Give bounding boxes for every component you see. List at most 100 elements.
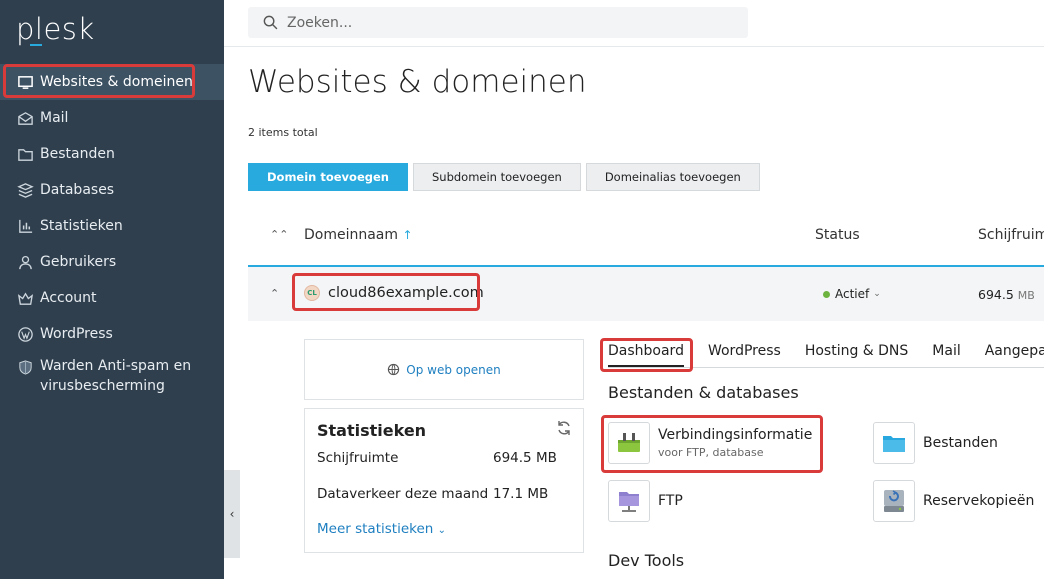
stat-label: Dataverkeer deze maand (317, 486, 489, 502)
statistics-card: Statistieken Schijfruimte 694.5 MB Datav… (304, 408, 584, 553)
status-dropdown[interactable]: Actief ⌄ (823, 287, 881, 301)
disk-usage: 694.5 MB (978, 287, 1035, 302)
tile-connection-info-sub: voor FTP, database (658, 446, 764, 459)
sidebar-item-label: Account (40, 290, 97, 306)
tab-wordpress[interactable]: WordPress (708, 340, 781, 367)
shield-icon (16, 358, 34, 376)
chevron-left-icon: ‹ (229, 507, 235, 521)
sidebar-nav: Websites & domeinen Mail Bestanden Datab… (0, 64, 224, 400)
plesk-app: plesk Websites & domeinen Mail Bestanden (0, 0, 1044, 579)
stat-disk-space: Schijfruimte 694.5 MB (317, 450, 577, 466)
open-in-web-label: Op web openen (406, 362, 501, 377)
items-total: 2 items total (248, 126, 318, 139)
stat-value: 17.1 MB (493, 486, 549, 502)
section-files-databases: Bestanden & databases (608, 383, 799, 402)
stat-label: Schijfruimte (317, 450, 399, 466)
tab-dashboard[interactable]: Dashboard (608, 340, 684, 367)
sidebar-item-label: Bestanden (40, 146, 115, 162)
status-active-dot (823, 290, 830, 298)
sidebar-item-label: Databases (40, 182, 115, 198)
domain-link[interactable]: CL cloud86example.com (304, 285, 484, 301)
search-input[interactable] (287, 14, 727, 31)
plesk-logo[interactable]: plesk (16, 12, 95, 46)
logo-underline (30, 44, 42, 46)
tile-ftp-label: FTP (658, 493, 683, 509)
domain-name: cloud86example.com (328, 285, 484, 301)
folder-icon (873, 422, 915, 464)
table-header: ⌃⌃ Domeinnaam ↑ Status Schijfruim (248, 216, 1044, 256)
tile-files-label: Bestanden (923, 435, 998, 451)
column-domain-name[interactable]: Domeinnaam ↑ (304, 227, 413, 243)
tile-ftp[interactable]: FTP (608, 480, 683, 522)
sidebar: plesk Websites & domeinen Mail Bestanden (0, 0, 224, 579)
collapse-all-icon[interactable]: ⌃⌃ (270, 228, 288, 241)
search-bar[interactable] (248, 7, 748, 38)
open-in-web-button[interactable]: Op web openen (304, 339, 584, 400)
sidebar-item-label: Gebruikers (40, 254, 117, 270)
stat-value: 694.5 MB (493, 450, 557, 466)
sort-arrow-icon: ↑ (402, 228, 413, 242)
sidebar-item-account[interactable]: Account (0, 280, 224, 316)
disk-usage-unit: MB (1017, 289, 1035, 302)
crown-icon (16, 289, 34, 307)
sidebar-item-label: Warden Anti-spam en virusbescherming (40, 358, 192, 394)
chart-icon (16, 217, 34, 235)
domain-favicon: CL (304, 285, 320, 301)
page-title: Websites & domeinen (248, 64, 587, 100)
sidebar-item-wordpress[interactable]: WordPress (0, 316, 224, 352)
sidebar-item-label: Websites & domeinen (40, 74, 193, 90)
tile-connection-info-label: Verbindingsinformatie (658, 427, 813, 443)
folder-icon (16, 145, 34, 163)
status-label: Actief (835, 287, 870, 301)
main-content: Websites & domeinen 2 items total Domein… (248, 0, 1044, 579)
stat-traffic: Dataverkeer deze maand 17.1 MB (317, 486, 577, 502)
tile-connection-info[interactable]: Verbindingsinformatie voor FTP, database (608, 422, 812, 464)
more-statistics-label: Meer statistieken (317, 521, 434, 537)
column-domain-name-label: Domeinnaam (304, 227, 399, 243)
ftp-folder-icon (608, 480, 650, 522)
chevron-down-icon: ⌄ (437, 525, 447, 536)
envelope-icon (16, 109, 34, 127)
plug-icon (608, 422, 650, 464)
backup-drive-icon (873, 480, 915, 522)
sidebar-item-files[interactable]: Bestanden (0, 136, 224, 172)
chevron-down-icon: ⌄ (873, 289, 881, 299)
user-icon (16, 253, 34, 271)
sidebar-collapse-handle[interactable]: ‹ (224, 470, 240, 558)
monitor-icon (16, 73, 34, 91)
section-dev-tools: Dev Tools (608, 551, 685, 570)
disk-usage-value: 694.5 (978, 287, 1014, 302)
search-icon (263, 15, 278, 30)
toolbar: Domein toevoegen Subdomein toevoegen Dom… (248, 163, 760, 191)
tab-hosting-dns[interactable]: Hosting & DNS (805, 340, 908, 367)
sidebar-item-websites[interactable]: Websites & domeinen (0, 64, 224, 100)
add-domain-alias-button[interactable]: Domeinalias toevoegen (585, 163, 760, 191)
sidebar-item-statistics[interactable]: Statistieken (0, 208, 224, 244)
sidebar-item-warden[interactable]: Warden Anti-spam en virusbescherming (0, 352, 224, 400)
add-subdomain-button[interactable]: Subdomein toevoegen (412, 163, 581, 191)
column-disk-space[interactable]: Schijfruim (978, 227, 1044, 243)
tile-files[interactable]: Bestanden (873, 422, 998, 464)
sidebar-item-mail[interactable]: Mail (0, 100, 224, 136)
domain-tabs: Dashboard WordPress Hosting & DNS Mail A… (608, 340, 1044, 368)
sidebar-item-label: Mail (40, 110, 69, 126)
sidebar-item-users[interactable]: Gebruikers (0, 244, 224, 280)
statistics-title: Statistieken (317, 421, 427, 440)
globe-icon (388, 363, 400, 376)
more-statistics-link[interactable]: Meer statistieken ⌄ (317, 521, 446, 537)
column-status[interactable]: Status (815, 227, 860, 243)
tab-custom[interactable]: Aangepas (985, 340, 1044, 367)
add-domain-button[interactable]: Domein toevoegen (248, 163, 408, 191)
refresh-icon[interactable] (555, 419, 573, 437)
sidebar-item-databases[interactable]: Databases (0, 172, 224, 208)
tile-backups[interactable]: Reservekopieën (873, 480, 1034, 522)
database-icon (16, 181, 34, 199)
wordpress-icon (16, 325, 34, 343)
domain-overview-panel: Op web openen Statistieken Schijfruimte … (304, 339, 584, 553)
sidebar-item-label: Statistieken (40, 218, 123, 234)
table-row: ⌃ CL cloud86example.com Actief ⌄ 694.5 M… (248, 265, 1044, 321)
tile-backups-label: Reservekopieën (923, 493, 1035, 509)
tab-mail[interactable]: Mail (932, 340, 960, 367)
sidebar-item-label: WordPress (40, 326, 113, 342)
chevron-up-icon[interactable]: ⌃ (270, 287, 279, 300)
